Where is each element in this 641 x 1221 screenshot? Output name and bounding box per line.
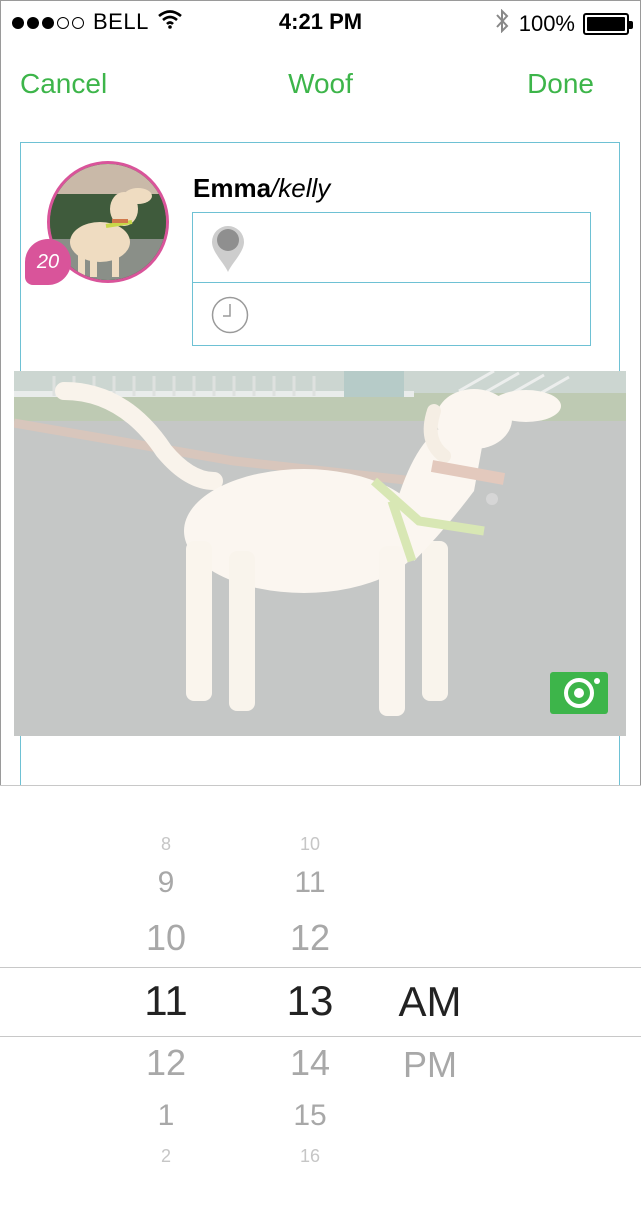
picker-minute-option[interactable]: 16 [250, 1146, 370, 1167]
picker-hour-option[interactable]: 12 [106, 1042, 226, 1084]
picker-hour-selected[interactable]: 11 [106, 977, 226, 1025]
picker-hour-option[interactable]: 2 [106, 1146, 226, 1167]
battery-percentage: 100% [518, 11, 575, 36]
dog-photo[interactable] [14, 371, 626, 736]
picker-minute-option[interactable]: 10 [250, 834, 370, 855]
nav-bar: Cancel Woof Done [0, 62, 641, 110]
clock-icon [211, 296, 249, 339]
notification-badge: 20 [25, 239, 71, 285]
picker-hour-option[interactable]: 1 [106, 1099, 226, 1133]
post-author: Emma/kelly [193, 173, 330, 204]
picker-hour-option[interactable]: 8 [106, 834, 226, 855]
picker-minute-option[interactable]: 14 [250, 1042, 370, 1084]
picker-hour-option[interactable]: 9 [106, 866, 226, 900]
post-fields [192, 212, 591, 346]
time-picker[interactable]: 8 9 10 11 12 1 2 10 11 12 13 14 15 16 AM… [0, 785, 641, 1221]
status-bar: BELL 4:21 PM 100% [0, 0, 641, 44]
period-wheel[interactable]: AM PM [370, 786, 490, 1221]
picker-minute-selected[interactable]: 13 [250, 977, 370, 1025]
hour-wheel[interactable]: 8 9 10 11 12 1 2 [106, 786, 226, 1221]
camera-button[interactable] [550, 672, 608, 714]
picker-minute-option[interactable]: 11 [250, 866, 370, 900]
picker-minute-option[interactable]: 12 [250, 917, 370, 959]
location-field[interactable] [193, 213, 590, 283]
map-pin-icon [211, 225, 245, 278]
photo-overlay [14, 371, 626, 736]
bluetooth-icon [495, 8, 509, 39]
dog-name: kelly [278, 173, 331, 203]
battery-icon [583, 13, 633, 35]
user-name: Emma [193, 173, 272, 203]
picker-period-selected[interactable]: AM [370, 978, 490, 1026]
picker-period-option[interactable]: PM [370, 1044, 490, 1086]
camera-icon [564, 678, 600, 708]
time-field[interactable] [193, 283, 590, 345]
minute-wheel[interactable]: 10 11 12 13 14 15 16 [250, 786, 370, 1221]
picker-minute-option[interactable]: 15 [250, 1099, 370, 1133]
done-button[interactable]: Done [527, 68, 594, 100]
dog-avatar-container[interactable]: 20 [25, 161, 171, 285]
picker-hour-option[interactable]: 10 [106, 917, 226, 959]
